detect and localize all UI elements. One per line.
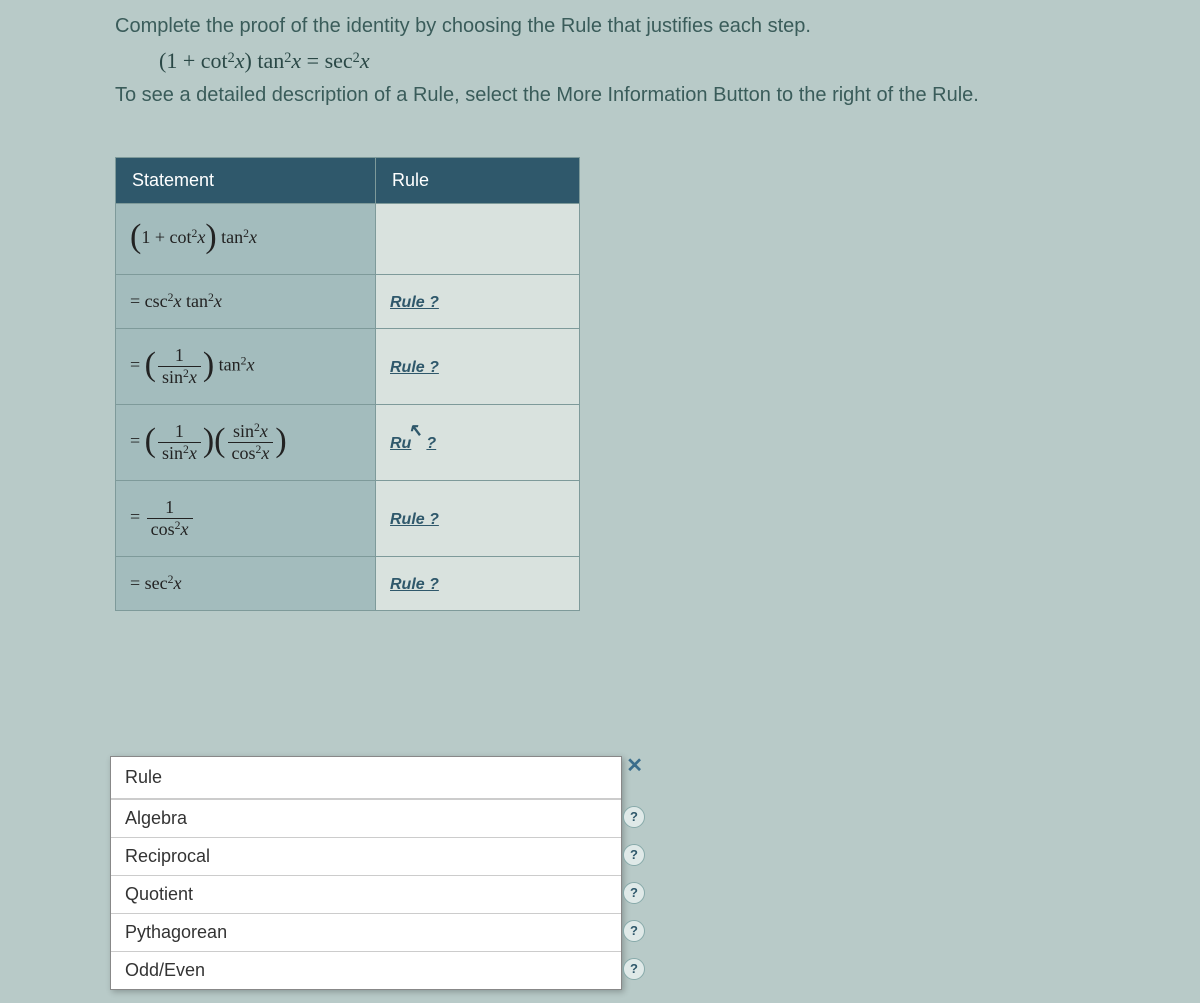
dropdown-title: Rule ✕ — [111, 757, 621, 799]
statement-1: = csc2x tan2x — [116, 275, 376, 329]
statement-2: = (1sin2x) tan2x — [116, 329, 376, 405]
table-row: = csc2x tan2x Rule ? — [116, 275, 580, 329]
header-rule: Rule — [376, 158, 580, 204]
rule-select-3[interactable]: Ru↖? — [390, 435, 436, 452]
rule-select-4[interactable]: Rule ? — [390, 511, 439, 528]
dropdown-item-label: Quotient — [125, 884, 193, 904]
dropdown-item-label: Algebra — [125, 808, 187, 828]
table-row: (1 + cot2x) tan2x — [116, 204, 580, 275]
help-icon[interactable]: ? — [623, 806, 645, 828]
header-statement: Statement — [116, 158, 376, 204]
help-icon[interactable]: ? — [623, 882, 645, 904]
table-row: = (1sin2x)(sin2xcos2x) Ru↖? — [116, 405, 580, 481]
dropdown-item-label: Pythagorean — [125, 922, 227, 942]
rule-cell-0 — [376, 204, 580, 275]
instruction-text: To see a detailed description of a Rule,… — [115, 84, 1200, 107]
close-icon[interactable]: ✕ — [626, 753, 643, 778]
proof-table: Statement Rule (1 + cot2x) tan2x = csc2x… — [115, 157, 580, 611]
help-icon[interactable]: ? — [623, 958, 645, 980]
statement-0: (1 + cot2x) tan2x — [116, 204, 376, 275]
dropdown-item-reciprocal[interactable]: Reciprocal ? — [111, 837, 621, 875]
help-icon[interactable]: ? — [623, 844, 645, 866]
statement-5: = sec2x — [116, 557, 376, 611]
rule-select-1[interactable]: Rule ? — [390, 294, 439, 311]
table-row: = sec2x Rule ? — [116, 557, 580, 611]
statement-3: = (1sin2x)(sin2xcos2x) — [116, 405, 376, 481]
identity-equation: (1 + cot2x) tan2x = sec2x — [159, 48, 1200, 74]
help-icon[interactable]: ? — [623, 920, 645, 942]
dropdown-item-pythagorean[interactable]: Pythagorean ? — [111, 913, 621, 951]
table-row: = 1cos2x Rule ? — [116, 481, 580, 557]
dropdown-item-label: Odd/Even — [125, 960, 205, 980]
table-row: = (1sin2x) tan2x Rule ? — [116, 329, 580, 405]
dropdown-item-label: Reciprocal — [125, 846, 210, 866]
prompt-text: Complete the proof of the identity by ch… — [115, 10, 1200, 42]
rule-select-2[interactable]: Rule ? — [390, 359, 439, 376]
dropdown-item-oddeven[interactable]: Odd/Even ? — [111, 951, 621, 989]
dropdown-item-algebra[interactable]: Algebra ? — [111, 799, 621, 837]
cursor-icon: ↖ — [407, 420, 422, 441]
dropdown-item-quotient[interactable]: Quotient ? — [111, 875, 621, 913]
statement-4: = 1cos2x — [116, 481, 376, 557]
rule-select-5[interactable]: Rule ? — [390, 576, 439, 593]
rule-dropdown: Rule ✕ Algebra ? Reciprocal ? Quotient ?… — [110, 756, 622, 990]
dropdown-title-text: Rule — [125, 767, 162, 787]
